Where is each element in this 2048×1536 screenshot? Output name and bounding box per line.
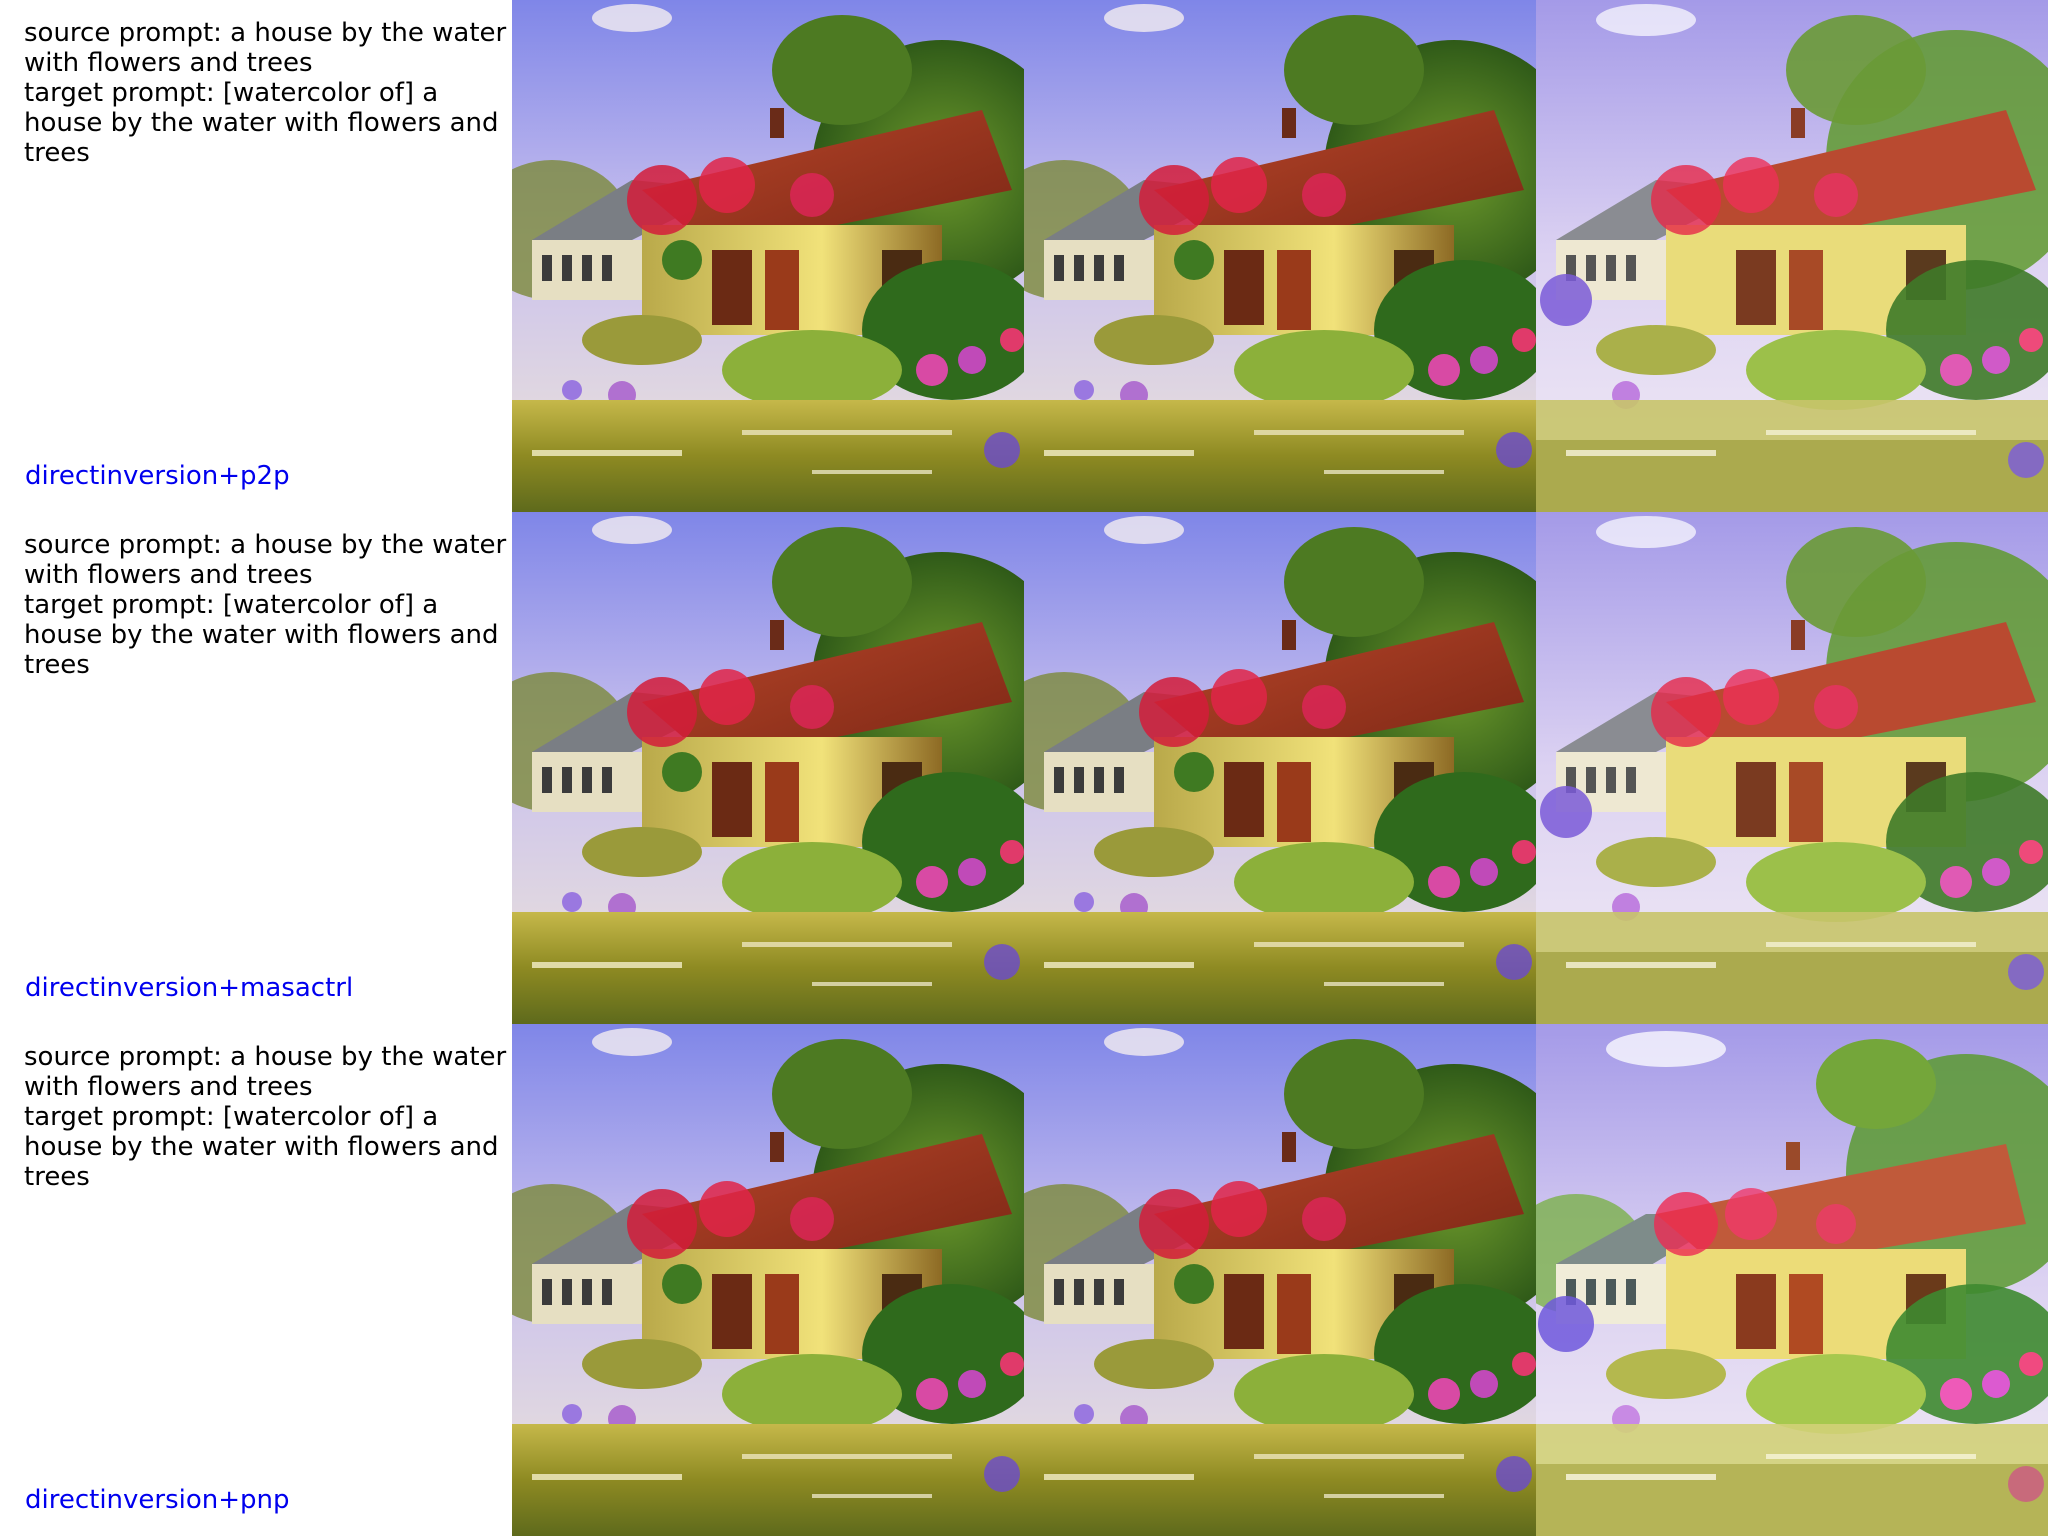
house-by-water-watercolor — [1536, 1024, 2048, 1536]
target-prompt: target prompt: [watercolor of] a house b… — [24, 1102, 499, 1192]
house-by-water-watercolor — [1536, 512, 2048, 1024]
house-by-water-painting — [1024, 1024, 1536, 1536]
house-by-water-painting — [512, 1024, 1024, 1536]
method-label: directinversion+pnp — [25, 1485, 290, 1515]
result-image-watercolor — [1536, 0, 2048, 512]
result-image-painting — [1024, 512, 1536, 1024]
prompt-text: source prompt: a house by the water with… — [24, 1042, 510, 1192]
comparison-row: source prompt: a house by the water with… — [0, 0, 2048, 512]
source-prompt: source prompt: a house by the water with… — [24, 18, 507, 78]
prompt-panel: source prompt: a house by the water with… — [0, 0, 512, 512]
house-by-water-painting — [512, 512, 1024, 1024]
method-label: directinversion+p2p — [25, 461, 290, 491]
result-image-painting — [1024, 0, 1536, 512]
source-prompt: source prompt: a house by the water with… — [24, 1042, 507, 1102]
result-image-painting — [512, 512, 1024, 1024]
prompt-panel: source prompt: a house by the water with… — [0, 512, 512, 1024]
target-prompt: target prompt: [watercolor of] a house b… — [24, 78, 499, 168]
result-image-painting — [1024, 1024, 1536, 1536]
target-prompt: target prompt: [watercolor of] a house b… — [24, 590, 499, 680]
house-by-water-painting — [1024, 512, 1536, 1024]
prompt-text: source prompt: a house by the water with… — [24, 18, 510, 168]
source-prompt: source prompt: a house by the water with… — [24, 530, 507, 590]
prompt-panel: source prompt: a house by the water with… — [0, 1024, 512, 1536]
result-image-painting — [512, 1024, 1024, 1536]
prompt-text: source prompt: a house by the water with… — [24, 530, 510, 680]
result-image-watercolor — [1536, 1024, 2048, 1536]
method-label: directinversion+masactrl — [25, 973, 354, 1003]
house-by-water-watercolor — [1536, 0, 2048, 512]
house-by-water-painting — [512, 0, 1024, 512]
result-image-watercolor — [1536, 512, 2048, 1024]
comparison-row: source prompt: a house by the water with… — [0, 512, 2048, 1024]
result-image-painting — [512, 0, 1024, 512]
house-by-water-painting — [1024, 0, 1536, 512]
comparison-row: source prompt: a house by the water with… — [0, 1024, 2048, 1536]
